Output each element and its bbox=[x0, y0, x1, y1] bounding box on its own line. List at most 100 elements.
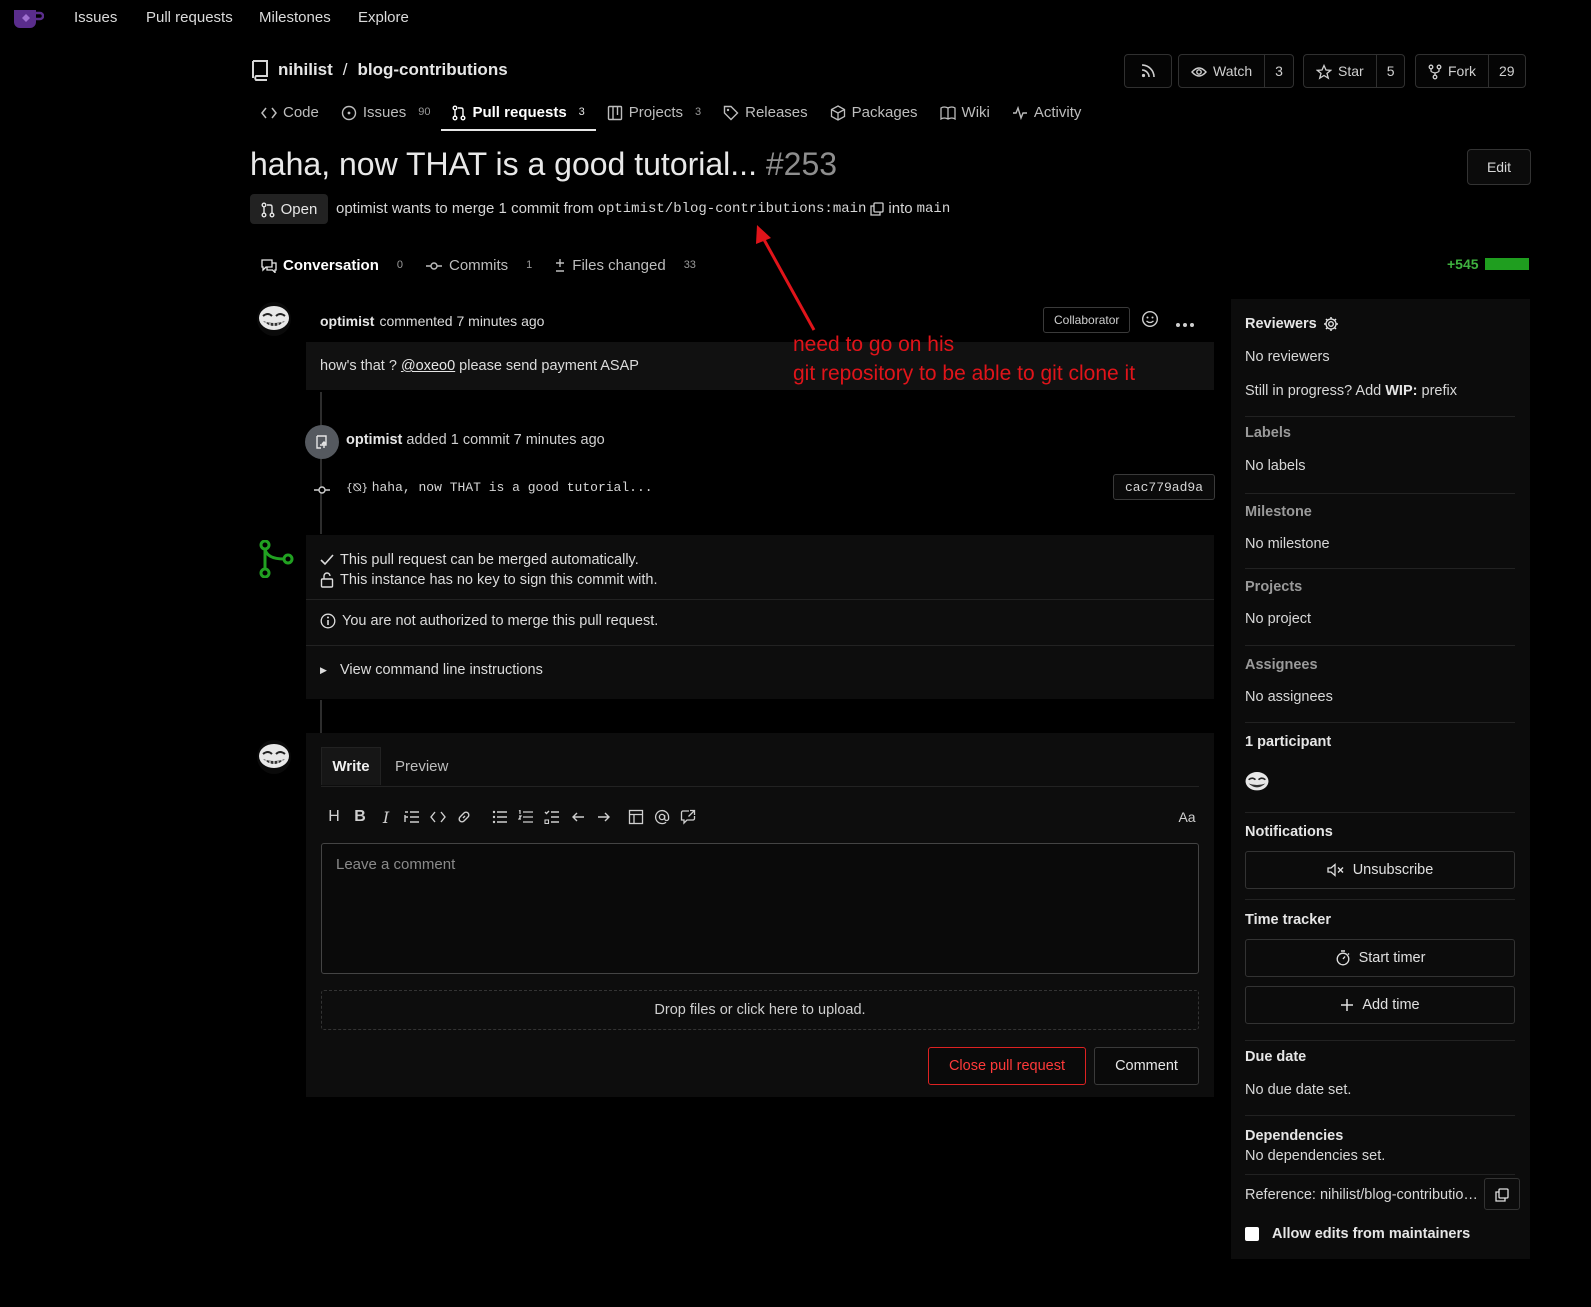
tab-commits-label: Commits bbox=[448, 256, 509, 274]
gear-icon[interactable] bbox=[1323, 316, 1339, 332]
edit-button[interactable]: Edit bbox=[1467, 149, 1531, 185]
tab-issues[interactable]: Issues 90 bbox=[330, 96, 442, 128]
code-icon bbox=[261, 104, 277, 121]
rss-icon bbox=[1125, 55, 1171, 87]
bold-icon[interactable]: B bbox=[347, 806, 373, 828]
tab-files-changed[interactable]: Files changed 33 bbox=[543, 252, 707, 278]
comment-button[interactable]: Comment bbox=[1094, 1047, 1199, 1085]
ordered-list-icon[interactable] bbox=[513, 806, 539, 828]
tab-pull-requests-count: 3 bbox=[578, 106, 585, 118]
quote-icon[interactable] bbox=[399, 806, 425, 828]
divider bbox=[1245, 1174, 1515, 1175]
wip-prefix[interactable]: WIP: bbox=[1385, 383, 1417, 399]
comment-textarea[interactable]: Leave a comment bbox=[321, 843, 1199, 974]
divider bbox=[1245, 722, 1515, 723]
tab-projects[interactable]: Projects 3 bbox=[596, 96, 712, 128]
labels-heading[interactable]: Labels bbox=[1245, 425, 1291, 441]
fork-count[interactable]: 29 bbox=[1488, 55, 1525, 87]
assignees-heading[interactable]: Assignees bbox=[1245, 657, 1318, 673]
mention-link[interactable]: @oxeo0 bbox=[401, 358, 455, 374]
repo-icon bbox=[250, 59, 270, 81]
annotation-arrow bbox=[756, 225, 816, 331]
repo-owner-link[interactable]: nihilist bbox=[278, 60, 333, 80]
pull-request-icon bbox=[261, 200, 275, 218]
avatar[interactable] bbox=[257, 302, 291, 336]
gitea-logo-icon[interactable] bbox=[12, 4, 44, 30]
tab-preview[interactable]: Preview bbox=[395, 747, 448, 785]
upload-dropzone[interactable]: Drop files or click here to upload. bbox=[321, 990, 1199, 1030]
nav-pull-requests[interactable]: Pull requests bbox=[146, 9, 233, 26]
avatar[interactable] bbox=[257, 740, 291, 774]
add-time-button[interactable]: Add time bbox=[1245, 986, 1515, 1024]
task-list-icon[interactable] bbox=[539, 806, 565, 828]
tab-code[interactable]: Code bbox=[250, 96, 330, 128]
tab-issues-label: Issues bbox=[362, 103, 407, 121]
copy-icon[interactable] bbox=[870, 200, 885, 217]
heading-icon[interactable]: H bbox=[321, 806, 347, 828]
allow-edits-checkbox[interactable] bbox=[1245, 1227, 1259, 1241]
pulse-icon bbox=[1012, 104, 1028, 121]
copy-reference-button[interactable] bbox=[1484, 1178, 1520, 1210]
due-date-heading: Due date bbox=[1245, 1049, 1307, 1065]
outdent-icon[interactable] bbox=[565, 806, 591, 828]
reviewers-heading[interactable]: Reviewers bbox=[1245, 316, 1339, 332]
projects-heading[interactable]: Projects bbox=[1245, 579, 1302, 595]
cross-reference-icon[interactable] bbox=[675, 806, 701, 828]
mention-icon[interactable] bbox=[649, 806, 675, 828]
comment-author[interactable]: optimist bbox=[320, 313, 374, 329]
close-pull-request-button[interactable]: Close pull request bbox=[928, 1047, 1086, 1085]
comments-icon bbox=[261, 257, 277, 274]
tab-code-label: Code bbox=[283, 103, 319, 121]
divider bbox=[1245, 899, 1515, 900]
table-icon[interactable] bbox=[623, 806, 649, 828]
star-count[interactable]: 5 bbox=[1375, 55, 1405, 87]
tab-conversation[interactable]: Conversation 0 bbox=[250, 252, 414, 278]
tab-activity-label: Activity bbox=[1033, 103, 1082, 121]
fork-button[interactable]: Fork bbox=[1416, 55, 1488, 87]
star-icon bbox=[1316, 62, 1332, 80]
commit-message-link[interactable]: haha, now THAT is a good tutorial... bbox=[372, 480, 653, 495]
indent-icon[interactable] bbox=[591, 806, 617, 828]
milestone-heading[interactable]: Milestone bbox=[1245, 504, 1312, 520]
rss-button[interactable] bbox=[1124, 54, 1172, 88]
watch-count[interactable]: 3 bbox=[1264, 55, 1293, 87]
unsubscribe-button[interactable]: Unsubscribe bbox=[1245, 851, 1515, 889]
tab-projects-count: 3 bbox=[694, 106, 702, 118]
reaction-icon[interactable] bbox=[1141, 310, 1159, 328]
commit-sha-button[interactable]: cac779ad9a bbox=[1113, 474, 1215, 500]
more-options-icon[interactable] bbox=[1175, 316, 1195, 332]
tab-commits[interactable]: Commits 1 bbox=[414, 252, 543, 278]
code-icon[interactable] bbox=[425, 806, 451, 828]
tab-write[interactable]: Write bbox=[321, 747, 381, 785]
commit-event: optimist added 1 commit 7 minutes ago bbox=[346, 432, 605, 448]
watch-button[interactable]: Watch bbox=[1179, 55, 1264, 87]
tab-pull-requests[interactable]: Pull requests 3 bbox=[441, 96, 597, 131]
unordered-list-icon[interactable] bbox=[487, 806, 513, 828]
assignees-value: No assignees bbox=[1245, 689, 1333, 705]
source-branch-link[interactable]: optimist/blog-contributions:main bbox=[598, 201, 867, 217]
nav-explore[interactable]: Explore bbox=[358, 9, 409, 26]
repo-name-link[interactable]: blog-contributions bbox=[358, 60, 508, 80]
cli-instructions-toggle[interactable]: ▶ View command line instructions bbox=[320, 662, 543, 678]
tab-files-changed-count: 33 bbox=[683, 259, 696, 271]
tab-activity[interactable]: Activity bbox=[1001, 96, 1093, 128]
annotation-line: need to go on his bbox=[793, 333, 955, 356]
tab-packages[interactable]: Packages bbox=[819, 96, 929, 128]
allow-edits-label[interactable]: Allow edits from maintainers bbox=[1272, 1226, 1470, 1242]
commit-event-author[interactable]: optimist bbox=[346, 432, 402, 448]
diffstat-bar bbox=[1484, 258, 1529, 270]
star-button[interactable]: Star bbox=[1304, 55, 1376, 87]
pr-title-text: haha, now THAT is a good tutorial... bbox=[250, 146, 757, 182]
divider bbox=[1245, 645, 1515, 646]
italic-icon[interactable]: I bbox=[373, 806, 399, 828]
nav-milestones[interactable]: Milestones bbox=[259, 9, 331, 26]
tab-releases[interactable]: Releases bbox=[712, 96, 819, 128]
target-branch-link[interactable]: main bbox=[917, 201, 951, 217]
participant-avatar[interactable] bbox=[1244, 770, 1270, 796]
font-toggle-button[interactable]: Aa bbox=[1174, 806, 1200, 828]
info-icon bbox=[320, 613, 336, 629]
link-icon[interactable] bbox=[451, 806, 477, 828]
nav-issues[interactable]: Issues bbox=[74, 9, 117, 26]
tab-wiki[interactable]: Wiki bbox=[929, 96, 1001, 128]
start-timer-button[interactable]: Start timer bbox=[1245, 939, 1515, 977]
